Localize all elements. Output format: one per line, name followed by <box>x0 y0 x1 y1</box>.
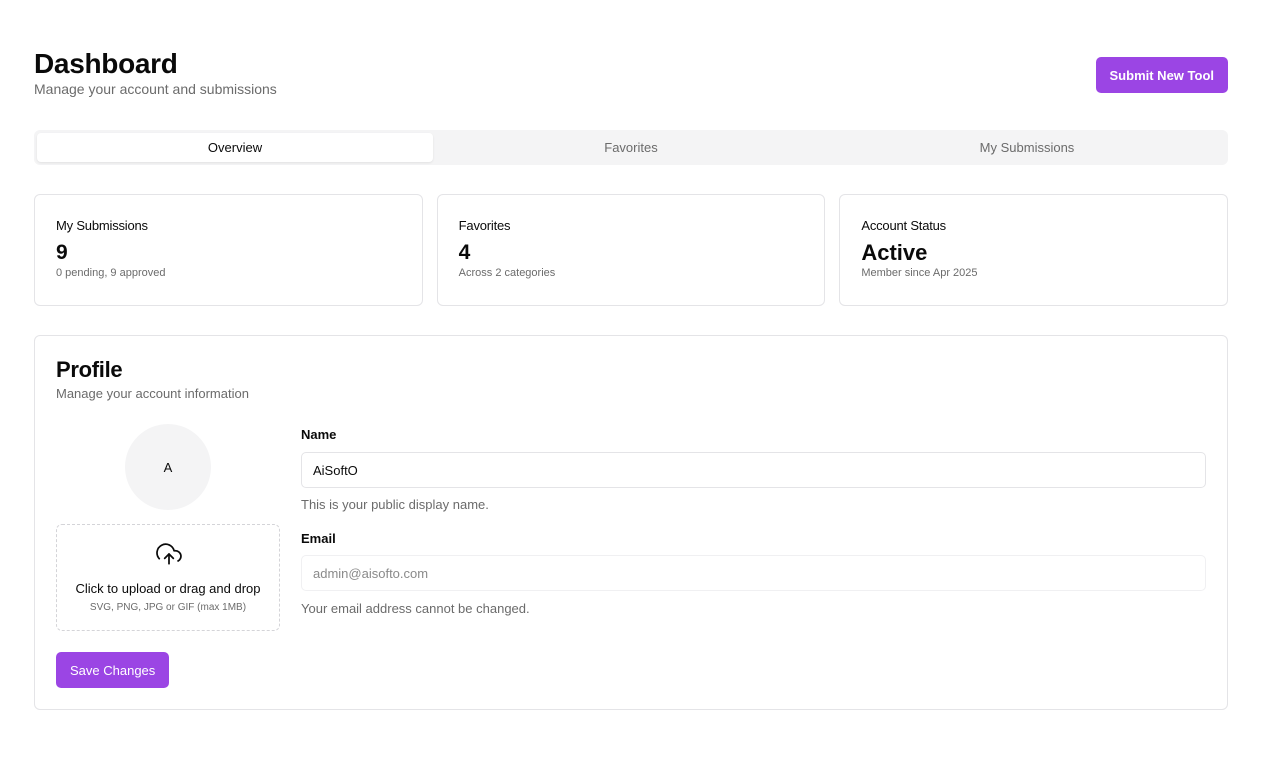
submit-new-tool-button[interactable]: Submit New Tool <box>1095 57 1228 93</box>
profile-subtitle: Manage your account information <box>56 386 249 401</box>
stat-note: Across 2 categories <box>458 267 556 279</box>
page-subtitle: Manage your account and submissions <box>34 81 277 97</box>
name-label: Name <box>301 427 337 442</box>
stat-value: Active <box>861 240 928 265</box>
stat-value: 4 <box>458 241 471 264</box>
stat-card-account-status: Account Status Active Member since Apr 2… <box>839 194 1229 306</box>
avatar: A <box>125 424 211 510</box>
avatar-upload-dropzone[interactable]: Click to upload or drag and drop SVG, PN… <box>56 524 280 631</box>
stat-note: 0 pending, 9 approved <box>56 267 166 279</box>
email-field <box>301 555 1206 591</box>
tab-overview[interactable]: Overview <box>37 133 433 162</box>
tab-favorites[interactable]: Favorites <box>433 133 829 162</box>
email-label: Email <box>301 531 336 546</box>
page-header: Dashboard Manage your account and submis… <box>34 48 1228 98</box>
name-field[interactable] <box>301 452 1206 488</box>
profile-title: Profile <box>56 357 123 382</box>
tab-my-submissions[interactable]: My Submissions <box>829 133 1225 162</box>
upload-title: Click to upload or drag and drop <box>75 581 261 596</box>
email-help: Your email address cannot be changed. <box>301 601 530 616</box>
upload-note: SVG, PNG, JPG or GIF (max 1MB) <box>89 602 247 613</box>
stat-label: Account Status <box>861 218 946 233</box>
stat-card-submissions: My Submissions 9 0 pending, 9 approved <box>34 194 423 306</box>
stat-note: Member since Apr 2025 <box>861 267 978 279</box>
profile-card: Profile Manage your account information … <box>34 335 1228 710</box>
stat-label: My Submissions <box>56 218 148 233</box>
stats-row: My Submissions 9 0 pending, 9 approved F… <box>34 194 1229 306</box>
stat-value: 9 <box>56 241 68 264</box>
cloud-upload-icon <box>156 543 182 565</box>
save-changes-button[interactable]: Save Changes <box>56 652 170 688</box>
name-help: This is your public display name. <box>301 497 489 512</box>
dashboard-tabs: Overview Favorites My Submissions <box>34 130 1228 165</box>
stat-label: Favorites <box>458 218 511 233</box>
page-title: Dashboard <box>34 48 178 79</box>
stat-card-favorites: Favorites 4 Across 2 categories <box>436 194 826 306</box>
